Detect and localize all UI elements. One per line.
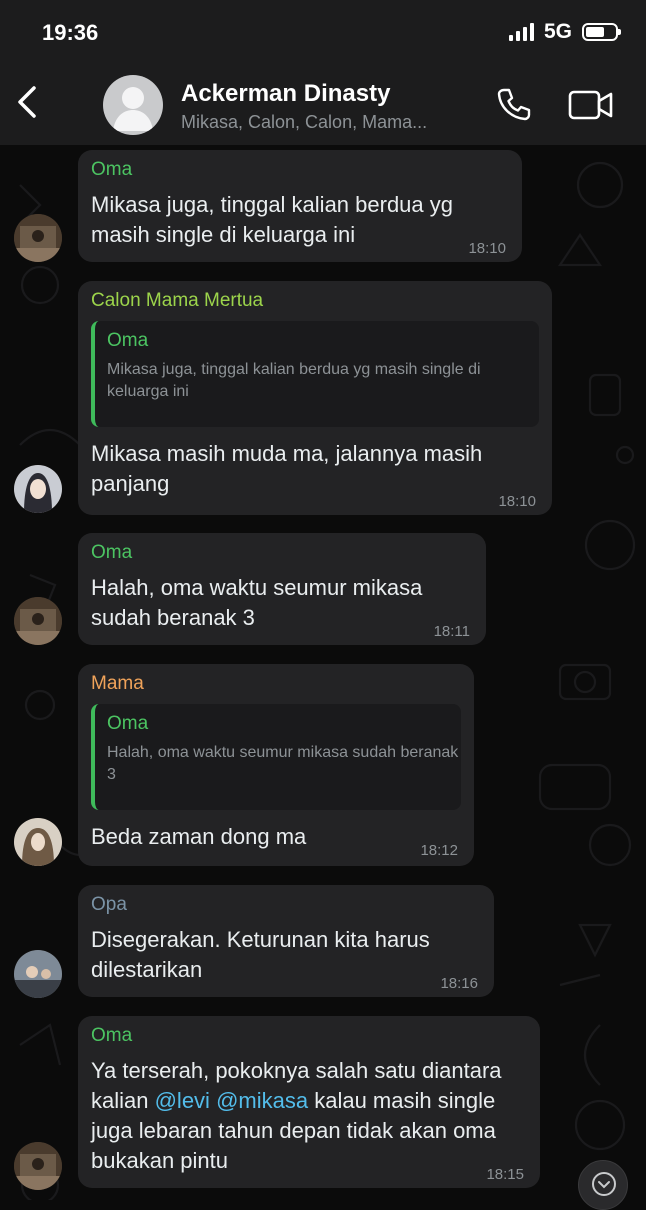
message-bubble[interactable]: Oma Mikasa juga, tinggal kalian berdua y… [78,150,522,262]
sender-avatar-mama[interactable] [14,818,62,866]
group-avatar-icon[interactable] [103,75,163,135]
message-time: 18:15 [486,1166,524,1183]
quoted-sender: Oma [107,330,149,351]
sender-avatar-oma[interactable] [14,1142,62,1190]
network-label: 5G [543,20,572,43]
message-text: Mikasa juga, tinggal kalian berdua yg ma… [91,192,454,247]
chat-participants[interactable]: Mikasa, Calon, Calon, Mama... [181,112,427,133]
message-sender[interactable]: Opa [91,893,481,917]
chat-header: 19:36 5G Ackerman Dinasty Mikasa, Calon,… [0,0,646,145]
sender-avatar-calon-mama-mertua[interactable] [14,465,62,513]
message-sender[interactable]: Oma [91,541,473,565]
mention-mikasa[interactable]: @mikasa [216,1088,308,1113]
status-indicators: 5G [508,20,621,44]
message-time: 18:12 [420,842,458,859]
signal-icon [508,23,534,41]
sender-avatar-opa[interactable] [14,950,62,998]
video-call-icon[interactable] [568,89,614,121]
chat-title[interactable]: Ackerman Dinasty [181,80,390,108]
message-time: 18:11 [433,623,470,640]
quoted-message[interactable]: Oma Halah, oma waktu seumur mikasa sudah… [91,704,461,810]
message-bubble[interactable]: Mama Oma Halah, oma waktu seumur mikasa … [78,664,474,866]
message-text: Beda zaman dong ma [91,824,307,849]
sender-avatar-oma[interactable] [14,597,62,645]
message-bubble[interactable]: Oma Halah, oma waktu seumur mikasa sudah… [78,533,486,645]
status-time: 19:36 [42,20,99,45]
quoted-message[interactable]: Oma Mikasa juga, tinggal kalian berdua y… [91,321,539,427]
battery-icon [582,23,621,41]
message-time: 18:10 [498,493,536,510]
message-text: Mikasa masih muda ma, jalannya masih pan… [91,441,483,496]
message-bubble[interactable]: Oma Ya terserah, pokoknya salah satu dia… [78,1016,540,1188]
message-sender[interactable]: Oma [91,1024,527,1048]
back-icon[interactable] [12,82,42,122]
message-sender[interactable]: Mama [91,672,461,696]
quoted-sender: Oma [107,713,149,734]
message-sender[interactable]: Oma [91,158,509,182]
sender-avatar-oma[interactable] [14,214,62,262]
message-time: 18:10 [468,240,506,257]
scroll-down-icon[interactable] [578,1160,628,1210]
quoted-text: Mikasa juga, tinggal kalian berdua yg ma… [107,361,481,400]
message-list[interactable]: Oma Mikasa juga, tinggal kalian berdua y… [0,145,646,1200]
message-text: Halah, oma waktu seumur mikasa sudah ber… [91,575,423,630]
message-bubble[interactable]: Calon Mama Mertua Oma Mikasa juga, tingg… [78,281,552,515]
message-text: Disegerakan. Keturunan kita harus dilest… [91,927,430,982]
message-text: Ya terserah, pokoknya salah satu diantar… [91,1056,531,1176]
quoted-text: Halah, oma waktu seumur mikasa sudah ber… [107,744,459,783]
phone-icon[interactable] [496,86,532,122]
message-sender[interactable]: Calon Mama Mertua [91,289,539,313]
message-time: 18:16 [440,975,478,992]
mention-levi[interactable]: @levi [155,1088,210,1113]
message-bubble[interactable]: Opa Disegerakan. Keturunan kita harus di… [78,885,494,997]
